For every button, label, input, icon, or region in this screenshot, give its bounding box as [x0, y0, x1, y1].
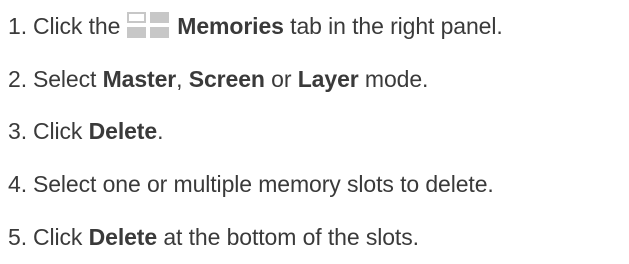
screen-mode-label: Screen [188, 65, 265, 92]
memories-grid-icon [127, 12, 170, 39]
step-5: 5. Click Delete at the bottom of the slo… [8, 211, 629, 264]
step-text: Click the [32, 12, 121, 39]
delete-label: Delete [88, 224, 158, 251]
master-mode-label: Master [102, 65, 177, 92]
step-number: 5. [8, 224, 27, 251]
instruction-steps: 1. Click the Memories tab in the right p… [8, 0, 629, 264]
step-text: Select one or multiple memory slots to d… [32, 171, 494, 198]
step-text: Select [32, 65, 97, 92]
step-text: or [271, 65, 292, 92]
delete-label: Delete [88, 118, 158, 145]
step-text: , [176, 65, 183, 92]
step-text: mode. [364, 65, 429, 92]
step-3: 3. Click Delete. [8, 106, 629, 159]
layer-mode-label: Layer [297, 65, 359, 92]
step-4: 4. Select one or multiple memory slots t… [8, 158, 629, 211]
step-text: at the bottom of the slots. [163, 224, 419, 251]
step-1: 1. Click the Memories tab in the right p… [8, 0, 629, 53]
step-text: Click [32, 118, 83, 145]
step-2: 2. Select Master, Screen or Layer mode. [8, 53, 629, 106]
step-number: 1. [8, 12, 27, 39]
memories-tab-label: Memories [177, 12, 284, 39]
step-text: . [157, 118, 164, 145]
step-number: 3. [8, 118, 27, 145]
step-number: 2. [8, 65, 27, 92]
step-text: Click [32, 224, 83, 251]
step-text: tab in the right panel. [290, 12, 503, 39]
step-number: 4. [8, 171, 27, 198]
